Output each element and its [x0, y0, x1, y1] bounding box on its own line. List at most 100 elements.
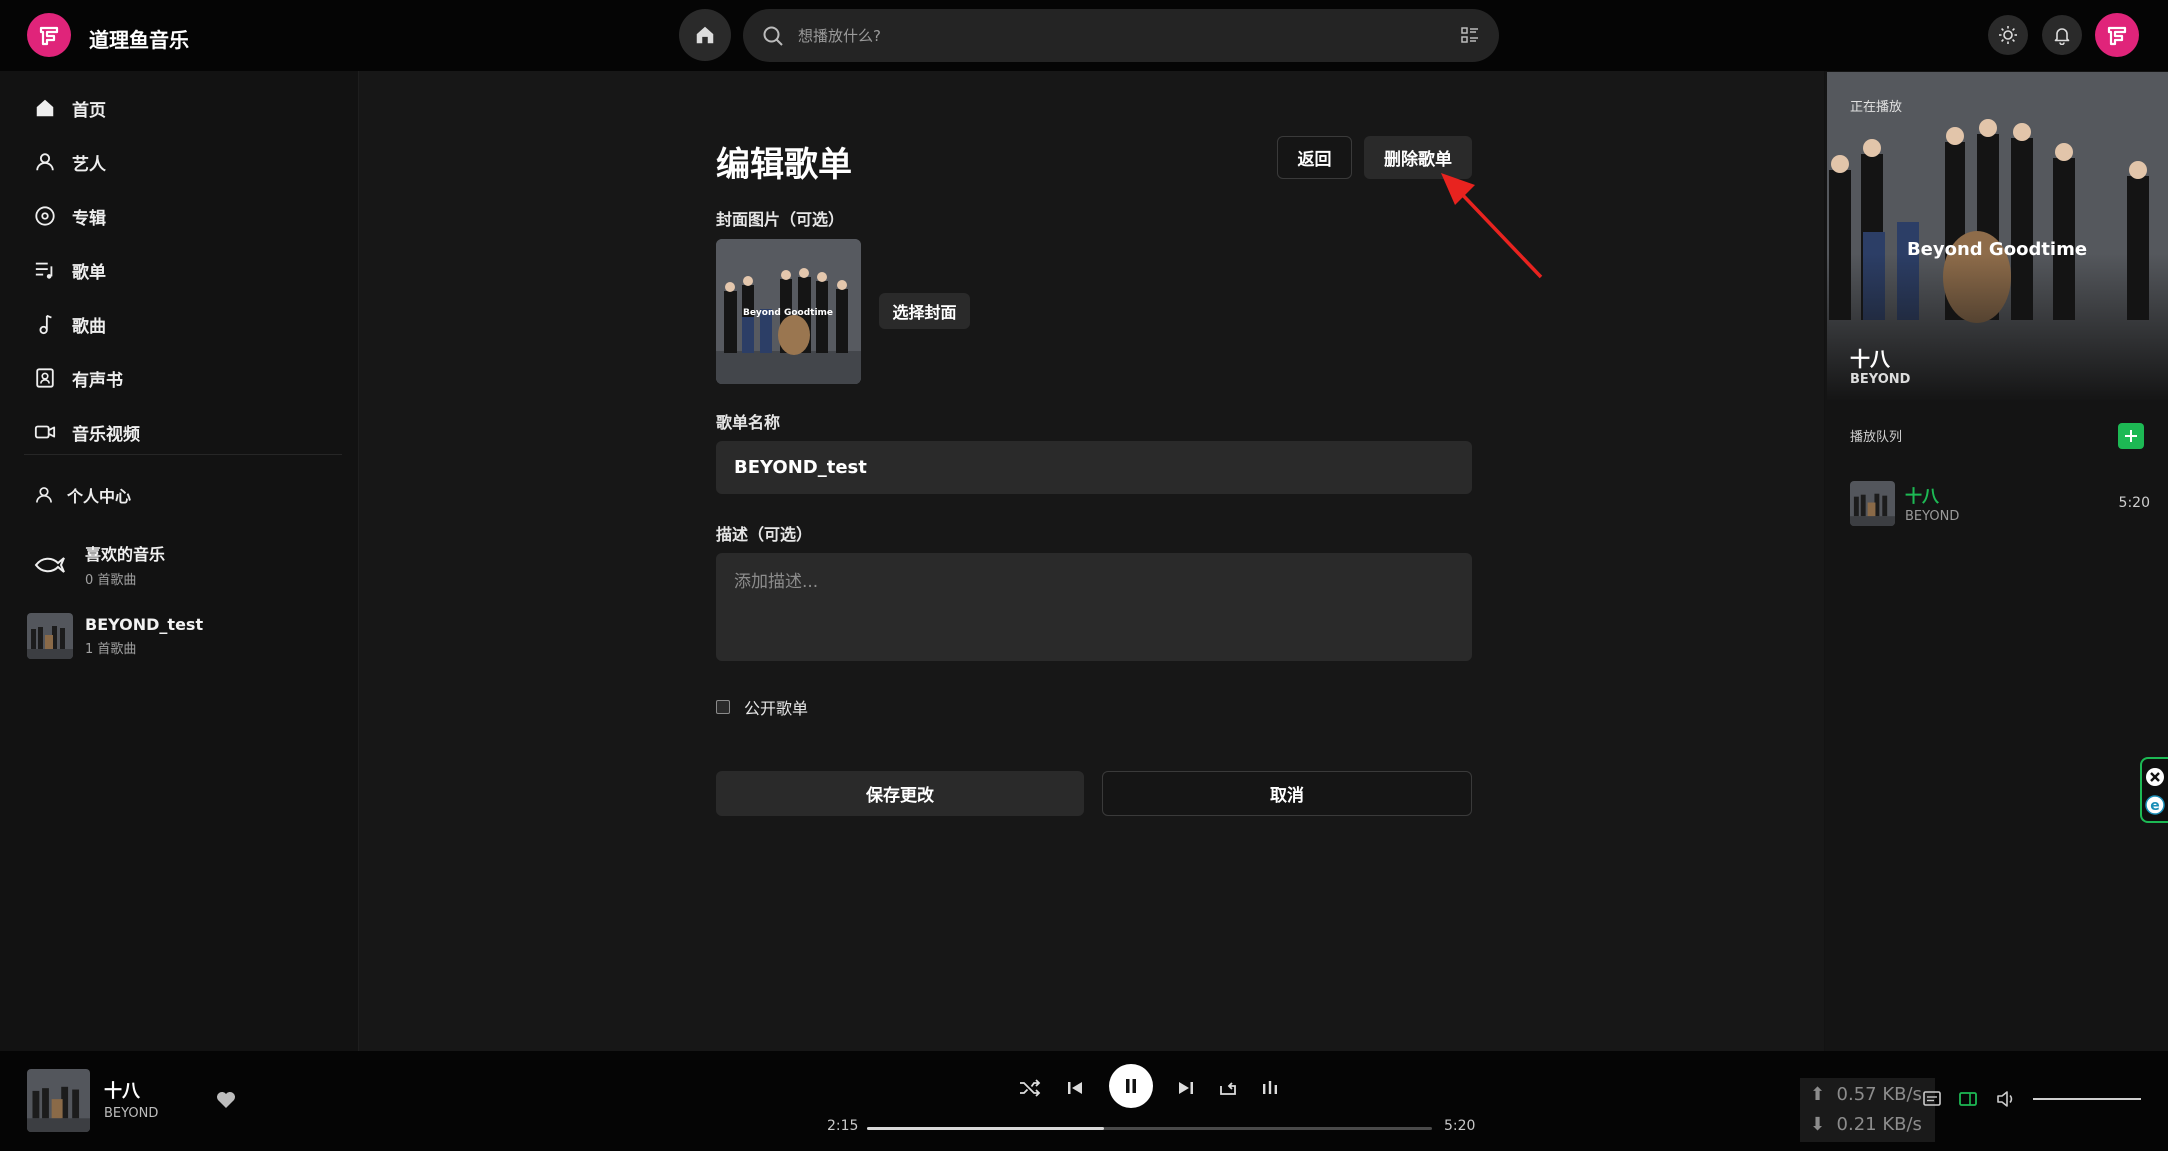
current-time: 2:15: [827, 1118, 859, 1134]
player-cover-thumb[interactable]: [27, 1069, 90, 1132]
now-playing-art-text: Beyond Goodtime: [1907, 239, 2087, 260]
lyrics-icon[interactable]: [1922, 1089, 1942, 1109]
sidebar-item-label: 音乐视频: [72, 424, 140, 445]
now-playing-header: 正在播放: [1850, 100, 1903, 115]
search-input[interactable]: [798, 9, 1418, 62]
playlist-cover-thumb: [27, 613, 73, 659]
back-button[interactable]: 返回: [1277, 136, 1352, 179]
progress-fill: [867, 1127, 1105, 1130]
progress-bar[interactable]: [867, 1127, 1432, 1130]
home-icon: [696, 26, 714, 44]
search-bar: [743, 9, 1499, 62]
shuffle-button[interactable]: [1019, 1078, 1041, 1098]
now-playing-view-icon[interactable]: [1958, 1089, 1978, 1109]
add-to-queue-button[interactable]: [2118, 423, 2144, 449]
theme-toggle-button[interactable]: [1988, 15, 2028, 55]
app-logo-icon[interactable]: [27, 13, 71, 57]
cover-label: 封面图片（可选）: [716, 210, 845, 229]
sidebar-item-home[interactable]: 首页: [34, 93, 106, 123]
sidebar-item-artists[interactable]: 艺人: [34, 147, 106, 177]
home-button[interactable]: [679, 9, 731, 61]
top-bar: 道理鱼音乐: [0, 0, 2168, 71]
sidebar-item-albums[interactable]: 专辑: [34, 201, 106, 231]
description-label: 描述（可选）: [716, 525, 813, 544]
playlist-cover-image[interactable]: Beyond Goodtime: [716, 239, 861, 384]
extension-icon[interactable]: e: [2145, 795, 2165, 815]
plus-icon: [2125, 430, 2137, 442]
next-button[interactable]: [1176, 1078, 1196, 1098]
now-playing-panel: Beyond Goodtime 正在播放 十八 BEYOND 播放队列 十八 B…: [1825, 71, 2168, 1051]
heart-icon[interactable]: [216, 1091, 236, 1109]
play-pause-button[interactable]: [1109, 1064, 1153, 1108]
upload-speed: 0.57 KB/s: [1836, 1084, 1922, 1105]
edit-playlist-panel: 编辑歌单 返回 删除歌单 封面图片（可选） Beyond Goodtime 选择…: [358, 71, 1824, 1051]
previous-button[interactable]: [1065, 1078, 1085, 1098]
fish-logo-icon: [27, 542, 73, 588]
playlist-title: BEYOND_test: [85, 615, 204, 634]
music-note-icon: [39, 314, 52, 335]
equalizer-button[interactable]: [1261, 1078, 1279, 1098]
sidebar-divider: [24, 454, 342, 455]
user-icon: [36, 153, 54, 171]
playlist-beyond-test[interactable]: BEYOND_test 1 首歌曲: [27, 613, 203, 659]
floating-side-widget[interactable]: e: [2140, 757, 2168, 823]
public-checkbox[interactable]: [716, 700, 730, 714]
sidebar-item-audiobooks[interactable]: 有声书: [34, 363, 123, 393]
description-textarea[interactable]: [716, 553, 1472, 661]
user-avatar[interactable]: [2095, 13, 2139, 57]
queue-label: 播放队列: [1850, 430, 1903, 445]
cancel-button[interactable]: 取消: [1102, 771, 1472, 816]
sidebar-item-label: 首页: [72, 100, 106, 121]
playlist-icon: [35, 262, 53, 279]
queue-item[interactable]: 十八 BEYOND 5:20: [1850, 479, 2150, 527]
playlist-count: 0 首歌曲: [85, 573, 137, 588]
repeat-icon: [1220, 1082, 1236, 1095]
sidebar-item-label: 歌曲: [72, 316, 106, 337]
queue-item-title: 十八: [1905, 487, 1939, 507]
public-checkbox-label: 公开歌单: [744, 699, 809, 718]
playlist-name-input[interactable]: [716, 441, 1472, 494]
upload-arrow-icon: ⬆: [1810, 1084, 1837, 1105]
disc-icon: [35, 206, 55, 226]
name-label: 歌单名称: [716, 413, 781, 432]
queue-item-duration: 5:20: [2118, 495, 2150, 511]
sidebar-item-music-videos[interactable]: 音乐视频: [34, 417, 140, 447]
app-title: 道理鱼音乐: [89, 28, 189, 52]
search-icon: [763, 26, 783, 46]
playlist-title: 喜欢的音乐: [85, 545, 166, 564]
sidebar-item-label: 有声书: [72, 370, 123, 391]
player-track-title: 十八: [104, 1081, 140, 1102]
page-title: 编辑歌单: [716, 145, 852, 185]
repeat-button[interactable]: [1218, 1078, 1238, 1098]
avatar-logo-icon: [2107, 26, 2127, 46]
volume-icon[interactable]: [1996, 1089, 2018, 1109]
save-changes-button[interactable]: 保存更改: [716, 771, 1084, 816]
browse-icon[interactable]: [1461, 26, 1479, 44]
svg-text:e: e: [2150, 798, 2160, 814]
playlist-liked-songs[interactable]: 喜欢的音乐 0 首歌曲: [27, 541, 165, 588]
audiobook-icon: [36, 368, 54, 388]
player-track-artist: BEYOND: [104, 1106, 159, 1121]
user-icon: [36, 487, 52, 503]
queue-item-cover: [1850, 480, 1895, 526]
player-bar: 十八 BEYOND ⬆ 0.57 KB/s ⬇ 0.21 KB/s: [0, 1051, 2168, 1151]
home-icon: [36, 99, 54, 117]
choose-cover-button[interactable]: 选择封面: [879, 293, 970, 329]
queue-item-artist: BEYOND: [1905, 509, 1960, 524]
skip-next-icon: [1179, 1082, 1193, 1094]
notifications-button[interactable]: [2042, 15, 2082, 55]
pause-icon: [1126, 1079, 1136, 1093]
now-playing-title: 十八: [1850, 347, 1890, 371]
sidebar-item-playlists[interactable]: 歌单: [34, 255, 106, 285]
volume-slider[interactable]: [2033, 1098, 2141, 1100]
bell-icon: [2054, 28, 2070, 45]
sidebar-item-songs[interactable]: 歌曲: [34, 309, 106, 339]
sidebar: 首页 艺人 专辑 歌单 歌曲 有声书 音乐视频 个人中心 喜欢的音乐 0 首歌曲: [0, 71, 358, 1051]
shuffle-icon: [1020, 1079, 1041, 1097]
public-playlist-option: 公开歌单: [716, 695, 808, 719]
sidebar-item-label: 艺人: [72, 154, 106, 175]
sidebar-item-profile[interactable]: 个人中心: [34, 480, 131, 510]
now-playing-artist: BEYOND: [1850, 372, 1911, 387]
close-icon[interactable]: [2145, 767, 2165, 787]
sidebar-item-label: 歌单: [72, 262, 106, 283]
